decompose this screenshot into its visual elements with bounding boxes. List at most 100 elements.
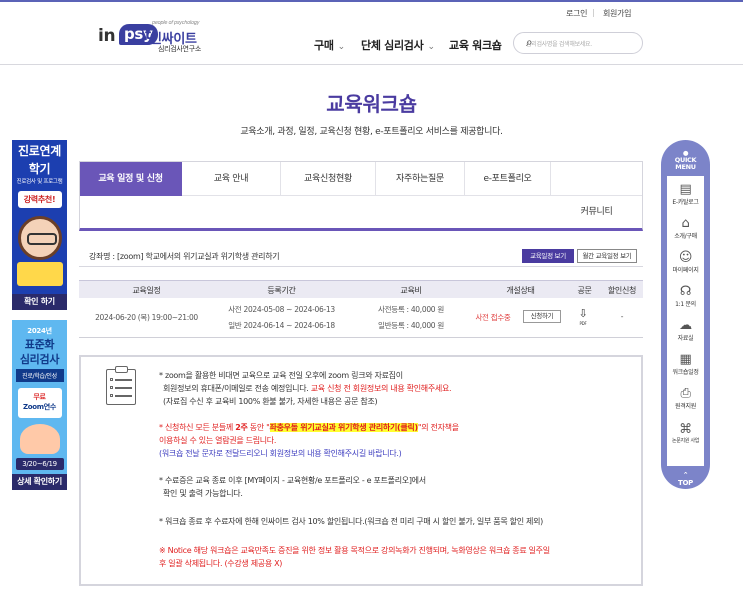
career-semester-banner[interactable]: 진로연계 학기 진로검사 및 프로그램 강력추천! 확인 하기 — [12, 140, 67, 310]
pdf-label: PDF — [579, 321, 587, 326]
tab-empty — [551, 162, 642, 196]
banner-confirm-button[interactable]: 확인 하기 — [12, 294, 67, 310]
banner-title-1: 진로연계 — [18, 144, 61, 158]
book-illustration — [16, 262, 63, 286]
quick-item-paper[interactable]: ⌘ 논문지원 사업 — [667, 422, 704, 444]
cell-period-general: 일반 2024-06-14 ~ 2024-06-18 — [228, 321, 335, 330]
search-input[interactable]: 심리검사명을 검색해보세요. ⌕ — [513, 32, 643, 54]
notice-bold: 2주 — [235, 423, 248, 432]
tab-portfolio[interactable]: e-포트폴리오 — [465, 162, 551, 196]
util-divider: | — [592, 8, 595, 17]
notice-text: 회원정보의 휴대폰/이메일로 전송 예정입니다. — [163, 384, 311, 393]
notice-discount-line: * 워크숍 종료 후 수료자에 한해 인싸이트 검사 10% 할인됩니다.(워크… — [159, 517, 543, 526]
user-icon: ☺ — [678, 250, 693, 265]
quick-item-label: E-카탈로그 — [672, 199, 699, 206]
notice-text: "의 전자책을 — [417, 423, 459, 432]
quick-item-workshop[interactable]: ▦ 워크숍일정 — [667, 352, 704, 376]
banner-detail-button[interactable]: 상세 확인하기 — [12, 474, 67, 490]
free-zoom-badge: 무료 Zoom연수 — [17, 388, 62, 418]
chevron-down-icon: ⌄ — [337, 42, 346, 52]
col-header-doc: 공문 — [577, 286, 592, 295]
nav-label: 구매 — [314, 39, 334, 52]
quick-item-mypage[interactable]: ☺ 마이페이지 — [667, 250, 704, 274]
quick-menu-list: ▤ E-카탈로그 ⌂ 소개/구매 ☺ 마이페이지 ☊ 1:1 문의 ☁ 자료실 ▦ 워크숍일… — [667, 176, 704, 466]
status-badge: 사전 접수중 — [475, 313, 511, 322]
tab-status[interactable]: 교육신청현황 — [281, 162, 376, 196]
monthly-schedule-button[interactable]: 월간 교육일정 보기 — [577, 249, 637, 263]
nav-item-group-test[interactable]: 단체 심리검사 ⌄ — [361, 37, 435, 53]
store-icon: ⌂ — [681, 216, 690, 231]
col-header-period: 등록기간 — [267, 286, 296, 295]
top-label: TOP — [678, 479, 693, 487]
quick-item-catalog[interactable]: ▤ E-카탈로그 — [667, 182, 704, 206]
banner-sub: 진로검사 및 프로그램 — [16, 179, 63, 185]
view-schedule-button[interactable]: 교육일정 보기 — [522, 249, 574, 263]
nav-item-workshop[interactable]: 교육 워크숍 — [449, 37, 502, 53]
banner-pill: 강력추천! — [17, 191, 62, 208]
logo-subtitle: 심리검사연구소 — [158, 45, 201, 53]
header-divider — [0, 64, 743, 65]
notice-text: 동안 " — [247, 423, 270, 432]
quick-head-2: MENU — [675, 163, 696, 171]
child-illustration — [19, 424, 60, 454]
pdf-icon[interactable]: ⇩ PDF — [576, 307, 590, 327]
login-link[interactable]: 로그인 — [566, 8, 587, 19]
notice-zoom-line2: 회원정보의 휴대폰/이메일로 전송 예정입니다. 교육 신청 전 회원정보의 내… — [163, 382, 452, 395]
notice-recording-line2: 후 일괄 삭제됩니다. (수강생 제공용 X) — [159, 559, 283, 568]
nav-item-purchase[interactable]: 구매 ⌄ — [314, 37, 345, 53]
zoom-label: Zoom연수 — [22, 403, 57, 411]
notice-ebook-line3: (워크숍 전날 문자로 전달드리오니 회원정보의 내용 확인해주시길 바랍니다.… — [159, 449, 402, 458]
banner-year: 2024년 — [27, 327, 52, 335]
quick-item-inquiry[interactable]: ☊ 1:1 문의 — [667, 284, 704, 308]
chevron-up-icon: ⌃ — [682, 471, 689, 479]
quick-item-resources[interactable]: ☁ 자료실 — [667, 318, 704, 342]
banner-title-1: 표준화 — [24, 338, 55, 351]
quick-item-label: 논문지원 사업 — [671, 438, 700, 444]
tab-guide[interactable]: 교육 안내 — [182, 162, 281, 196]
table-header: 교육일정 등록기간 교육비 개설상태 공문 할인신청 — [79, 280, 643, 298]
quick-item-remote[interactable]: ⎙ 원격지원 — [667, 386, 704, 410]
headset-icon: ☊ — [679, 284, 692, 299]
banner-title-2: 심리검사 — [19, 353, 60, 366]
ebook-link[interactable]: 좌충우돌 위기교실과 위기학생 관리하기(클릭) — [269, 423, 418, 432]
notice-text: * 신청하신 모든 분들께 — [159, 423, 236, 432]
notice-box: * zoom을 활용한 비대면 교육으로 교육 전일 오후에 zoom 링크와 … — [79, 355, 643, 586]
signup-link[interactable]: 회원가입 — [603, 8, 632, 19]
banner-title-2: 학기 — [28, 162, 51, 176]
course-name: 강좌명 : [zoom] 학교에서의 위기교실과 위기학생 관리하기 — [89, 252, 280, 261]
notice-cert-line1: * 수료증은 교육 종료 이후 [MY페이지 - 교육현황/e 포트폴리오 - … — [159, 476, 426, 485]
banner-sub: 진로/학습/인성 — [15, 369, 64, 382]
free-label: 무료 — [33, 393, 46, 401]
page-subtitle: 교육소개, 과정, 일정, 교육신청 현황, e-포트폴리오 서비스를 제공합니… — [240, 127, 503, 137]
tab-community[interactable]: 커뮤니티 — [551, 196, 642, 229]
graduation-icon: ⌘ — [679, 422, 692, 437]
notice-zoom-line1: * zoom을 활용한 비대면 교육으로 교육 전일 오후에 zoom 링크와 … — [159, 371, 403, 380]
tab-schedule[interactable]: 교육 일정 및 신청 — [80, 162, 182, 196]
quick-item-shop[interactable]: ⌂ 소개/구매 — [667, 216, 704, 240]
search-icon[interactable]: ⌕ — [526, 35, 634, 50]
standard-test-banner[interactable]: 2024년 표준화 심리검사 진로/학습/인성 무료 Zoom연수 3/20~6/… — [12, 320, 67, 490]
logo-in: in — [98, 26, 116, 46]
page-title: 교육워크숍 — [326, 92, 417, 116]
top-accent-bar — [0, 0, 743, 2]
notice-cert-line2: 확인 및 출력 가능합니다. — [163, 489, 243, 498]
student-illustration — [17, 216, 62, 260]
quick-item-label: 워크숍일정 — [672, 369, 699, 376]
quick-item-label: 원격지원 — [675, 403, 696, 410]
notice-warning: 교육 신청 전 회원정보의 내용 확인해주세요. — [310, 384, 452, 393]
cell-fee-general: 일반등록 : 40,000 원 — [378, 321, 444, 330]
cell-period-early: 사전 2024-05-08 ~ 2024-06-13 — [228, 305, 335, 314]
chevron-down-icon: ⌄ — [427, 42, 435, 52]
tab-faq[interactable]: 자주하는질문 — [376, 162, 465, 196]
col-header-date: 교육일정 — [132, 286, 161, 295]
catalog-icon: ▤ — [679, 182, 692, 197]
notice-ebook-line1: * 신청하신 모든 분들께 2주 동안 "좌충우돌 위기교실과 위기학생 관리하… — [159, 421, 459, 434]
apply-button[interactable]: 신청하기 — [523, 310, 561, 323]
banner-date: 3/20~6/19 — [15, 458, 64, 470]
cell-discount: - — [620, 312, 624, 321]
nav-label: 단체 심리검사 — [361, 39, 424, 52]
calendar-icon: ▦ — [679, 352, 692, 367]
scroll-top-button[interactable]: ⌃ TOP — [661, 471, 710, 487]
cell-date: 2024-06-20 (목) 19:00~21:00 — [95, 313, 198, 322]
col-header-fee: 교육비 — [400, 286, 422, 295]
